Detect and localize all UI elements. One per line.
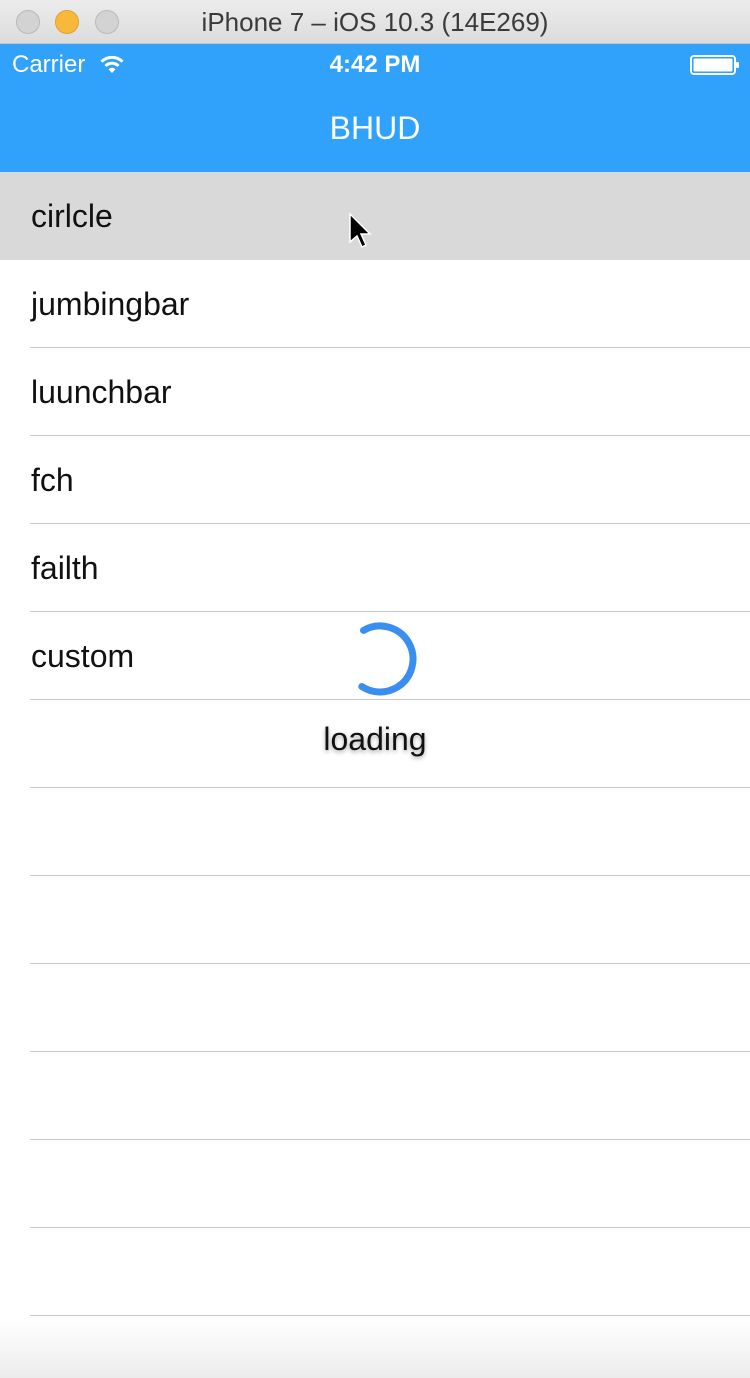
spinner-icon [343,622,417,696]
table-row-failth[interactable]: failth [0,524,750,612]
table-row-luunchbar[interactable]: luunchbar [0,348,750,436]
table-row-label: failth [31,550,99,586]
row-separator [30,1315,750,1316]
table-row-jumbingbar[interactable]: jumbingbar [0,260,750,348]
nav-title: BHUD [329,110,421,146]
table-row-empty [0,1052,750,1140]
battery-icon [690,55,739,75]
table-row-empty [0,788,750,876]
window-title: iPhone 7 – iOS 10.3 (14E269) [201,7,549,37]
window-titlebar: iPhone 7 – iOS 10.3 (14E269) [0,0,750,44]
table-row-fch[interactable]: fch [0,436,750,524]
table-row-empty [0,964,750,1052]
bottom-fade [0,1318,750,1378]
table-row-label: fch [31,462,74,498]
table-row-empty [0,1228,750,1316]
simulator-window: iPhone 7 – iOS 10.3 (14E269) Carrier 4:4… [0,0,750,1378]
table-row-label: cirlcle [31,198,113,234]
table-row-empty [0,876,750,964]
table-row-empty [0,1140,750,1228]
status-time: 4:42 PM [329,51,421,78]
table-row-label: jumbingbar [31,286,190,322]
table-row-label: custom [31,638,135,674]
cursor-icon [349,212,372,249]
table-row-label: luunchbar [31,374,172,410]
hud-loading-text: loading [323,721,427,757]
navigation-bar: Carrier 4:42 PM BHUD [0,44,750,172]
table-row-cirlcle[interactable]: cirlcle [0,172,750,260]
